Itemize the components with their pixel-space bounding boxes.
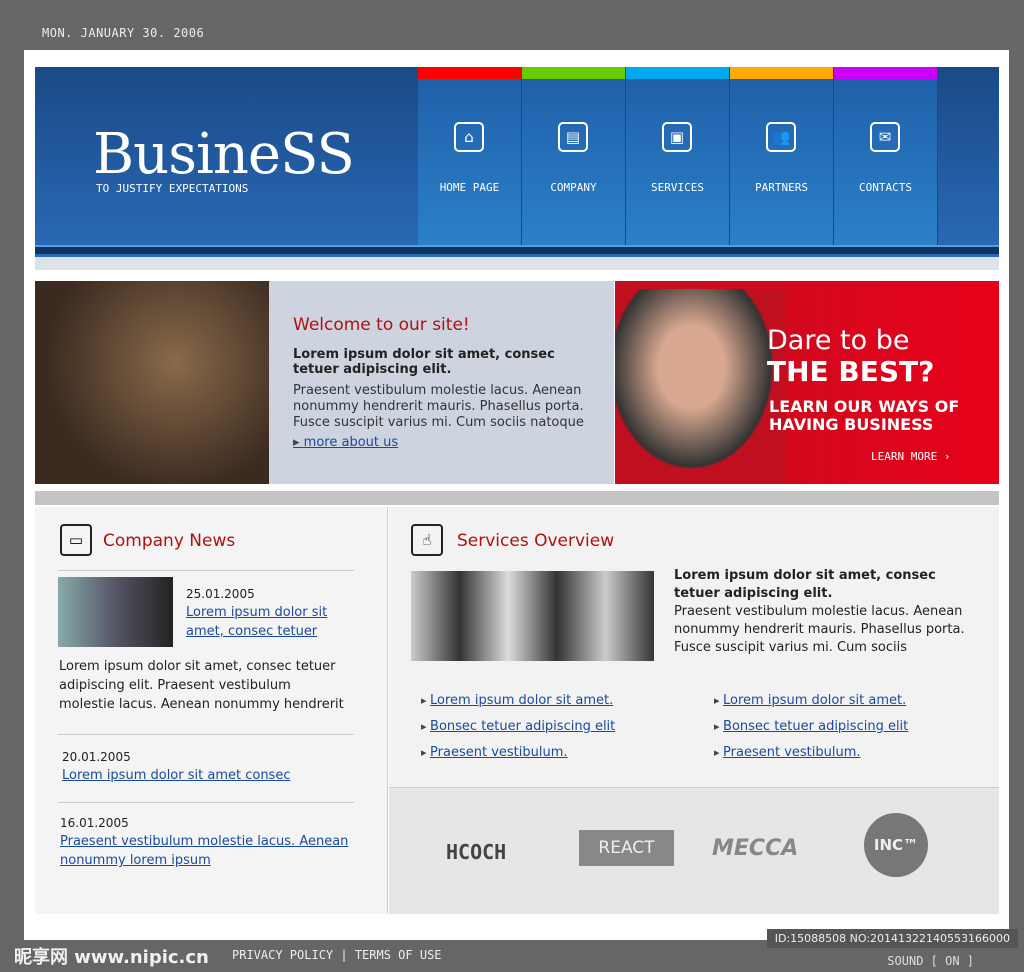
page-container: BusineSS TO JUSTIFY EXPECTATIONS ⌂ HOME P… <box>24 50 1009 940</box>
partner-logo-inc[interactable]: INC™ <box>864 813 928 877</box>
services-links-right: Lorem ipsum dolor sit amet. Bonsec tetuer… <box>714 689 908 767</box>
nav-color-bar <box>522 67 625 79</box>
nav-item-company[interactable]: ▤ COMPANY <box>522 67 626 245</box>
promo-banner[interactable]: Dare to be THE BEST? LEARN OUR WAYS OF H… <box>615 281 999 484</box>
service-link[interactable]: Bonsec tetuer adipiscing elit <box>723 719 908 734</box>
footer-links[interactable]: PRIVACY POLICY | TERMS OF USE <box>232 948 442 962</box>
services-title: Services Overview <box>457 531 615 551</box>
divider <box>58 734 354 735</box>
watermark-id: ID:15088508 NO:20141322140553166000 <box>766 929 1018 948</box>
divider <box>58 802 354 803</box>
promo-line1: Dare to be <box>767 325 910 356</box>
learn-more-link[interactable]: LEARN MORE › <box>871 450 950 463</box>
nav-label: PARTNERS <box>755 181 808 194</box>
service-link[interactable]: Lorem ipsum dolor sit amet. <box>430 693 613 708</box>
team-photo <box>411 571 654 661</box>
service-link[interactable]: Bonsec tetuer adipiscing elit <box>430 719 615 734</box>
nav-icon: 👥 <box>766 122 796 152</box>
divider-strip <box>35 257 999 270</box>
businessman-photo <box>615 289 785 484</box>
nav-icon: ✉ <box>870 122 900 152</box>
chevron-right-icon: › <box>943 450 951 463</box>
news-title: Company News <box>103 531 236 551</box>
nav-item-services[interactable]: ▣ SERVICES <box>626 67 730 245</box>
partner-logo-react[interactable]: REACT <box>579 830 674 866</box>
more-about-us-label: more about us <box>303 435 399 450</box>
service-link-item: Bonsec tetuer adipiscing elit <box>421 715 615 736</box>
nav-icon: ⌂ <box>454 122 484 152</box>
nav-icon: ▣ <box>662 122 692 152</box>
services-lead: Lorem ipsum dolor sit amet, consec tetue… <box>674 568 936 601</box>
nav-item-contacts[interactable]: ✉ CONTACTS <box>834 67 938 245</box>
partner-logo-hcoch[interactable]: HCOCH <box>446 840 506 864</box>
services-links-left: Lorem ipsum dolor sit amet. Bonsec tetuer… <box>421 689 615 767</box>
news-text: Lorem ipsum dolor sit amet, consec tetue… <box>59 659 344 712</box>
nav-item-partners[interactable]: 👥 PARTNERS <box>730 67 834 245</box>
meeting-photo <box>35 281 269 484</box>
service-link-item: Praesent vestibulum. <box>714 741 908 762</box>
divider <box>58 570 354 571</box>
nav-icon: ▤ <box>558 122 588 152</box>
watermark: 昵享网 www.nipic.cn <box>14 947 209 968</box>
partners-strip: HCOCH REACT MECCA INC™ <box>389 787 999 914</box>
header-divider <box>35 245 999 254</box>
welcome-text: Praesent vestibulum molestie lacus. Aene… <box>293 383 584 430</box>
date-label: MON. JANUARY 30. 2006 <box>42 26 205 40</box>
services-panel: ☝ Services Overview Lorem ipsum dolor si… <box>389 507 999 787</box>
services-text: Praesent vestibulum molestie lacus. Aene… <box>674 604 965 655</box>
nav-item-home-page[interactable]: ⌂ HOME PAGE <box>418 67 522 245</box>
arrow-icon: ▸ <box>293 435 304 450</box>
nav-label: SERVICES <box>651 181 704 194</box>
nav-color-bar <box>834 67 937 79</box>
nav-label: HOME PAGE <box>439 181 500 194</box>
news-date: 16.01.2005 <box>60 816 129 830</box>
service-link-item: Lorem ipsum dolor sit amet. <box>714 689 908 710</box>
nav-color-bar <box>418 67 521 79</box>
news-photo <box>58 577 173 647</box>
nav-label: CONTACTS <box>859 181 912 194</box>
service-link[interactable]: Praesent vestibulum. <box>723 745 860 760</box>
service-link-item: Lorem ipsum dolor sit amet. <box>421 689 615 710</box>
news-link[interactable]: Praesent vestibulum molestie lacus. Aene… <box>60 832 360 870</box>
welcome-panel: Welcome to our site! Lorem ipsum dolor s… <box>269 281 614 484</box>
news-link[interactable]: Lorem ipsum dolor sit amet consec <box>62 766 290 785</box>
promo-line3: LEARN OUR WAYS OF HAVING BUSINESS <box>769 397 960 434</box>
nav-color-bar <box>730 67 833 79</box>
sound-toggle[interactable]: SOUND [ ON ] <box>887 954 974 968</box>
news-date: 20.01.2005 <box>62 750 131 764</box>
main-nav: ⌂ HOME PAGE ▤ COMPANY ▣ SERVICES 👥 PARTNERS ✉ CON… <box>418 67 938 245</box>
welcome-lead: Lorem ipsum dolor sit amet, consec tetue… <box>293 347 555 377</box>
logo[interactable]: BusineSS <box>93 122 355 187</box>
section-divider <box>35 491 999 505</box>
nav-label: COMPANY <box>550 181 597 194</box>
tagline: TO JUSTIFY EXPECTATIONS <box>96 182 249 195</box>
service-link-item: Praesent vestibulum. <box>421 741 615 762</box>
service-link-item: Bonsec tetuer adipiscing elit <box>714 715 908 736</box>
monitor-icon: ▭ <box>60 524 92 556</box>
company-news-panel: ▭ Company News 25.01.2005 Lorem ipsum do… <box>35 507 388 914</box>
service-link[interactable]: Lorem ipsum dolor sit amet. <box>723 693 906 708</box>
learn-more-label: LEARN MORE <box>871 450 938 463</box>
hand-pointer-icon: ☝ <box>411 524 443 556</box>
partner-logo-mecca[interactable]: MECCA <box>712 836 798 861</box>
welcome-title: Welcome to our site! <box>293 315 470 335</box>
news-link[interactable]: Lorem ipsum dolor sit amet, consec tetue… <box>186 603 336 641</box>
promo-line2: THE BEST? <box>767 355 935 388</box>
nav-color-bar <box>626 67 729 79</box>
news-date: 25.01.2005 <box>186 587 255 601</box>
more-about-us-link[interactable]: ▸ more about us <box>293 435 590 450</box>
service-link[interactable]: Praesent vestibulum. <box>430 745 567 760</box>
header: BusineSS TO JUSTIFY EXPECTATIONS ⌂ HOME P… <box>35 67 999 257</box>
